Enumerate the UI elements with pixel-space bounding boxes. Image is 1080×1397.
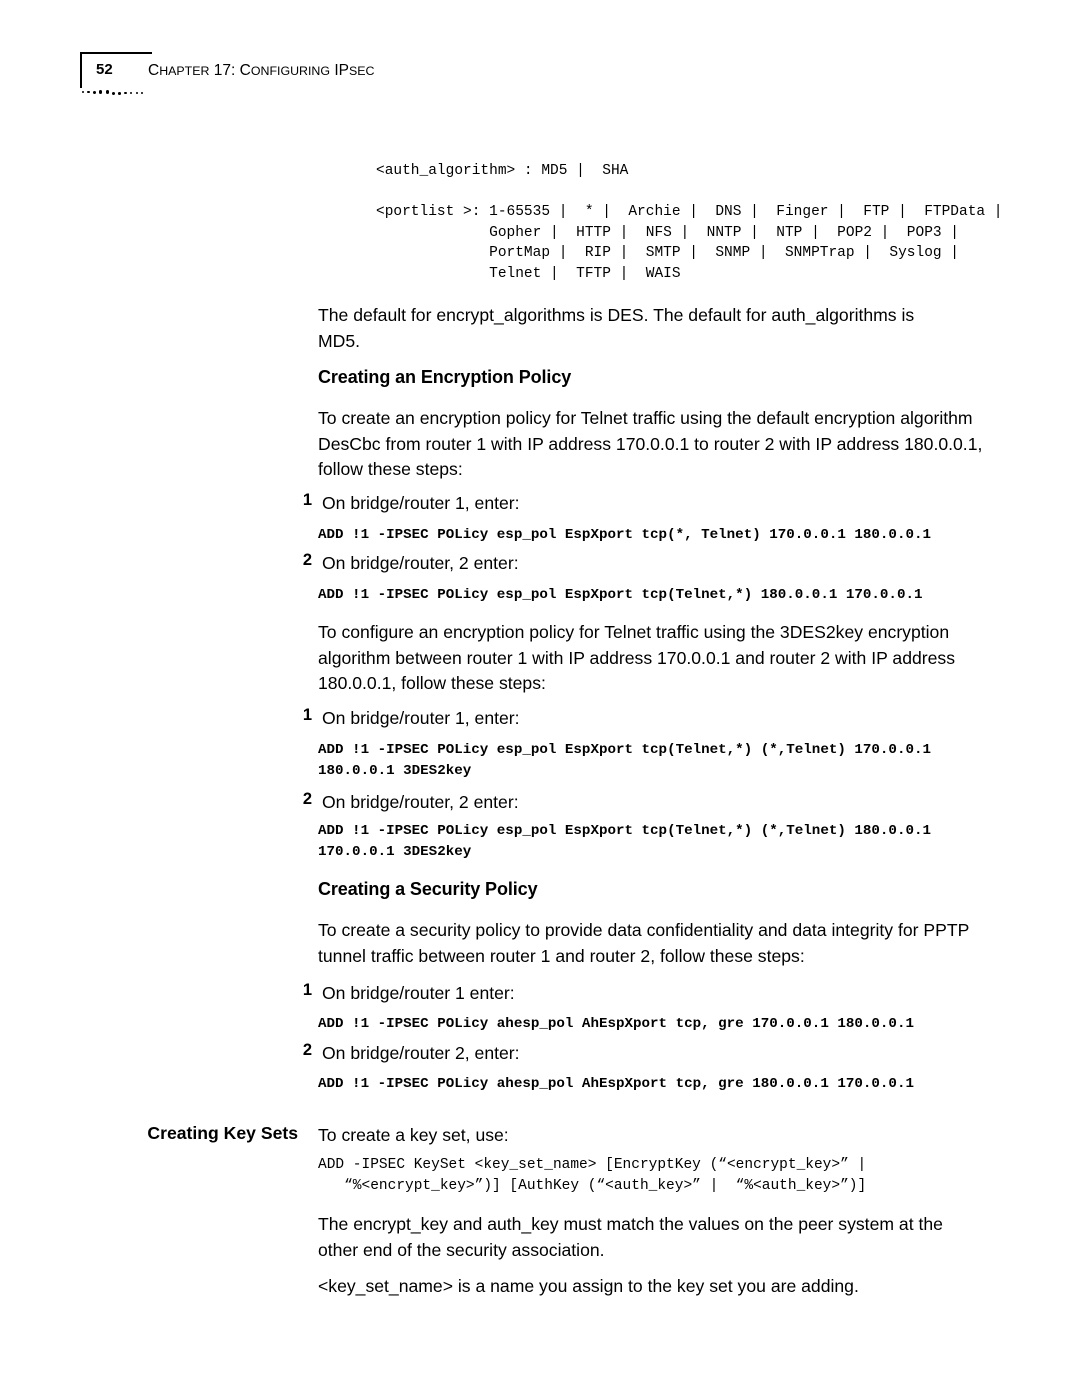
header-rule-vertical	[80, 52, 82, 88]
chapter-title: CHAPTER 17: CONFIGURING IPSEC	[148, 62, 375, 79]
paragraph-3des-intro: To configure an encryption policy for Te…	[318, 622, 956, 694]
heading-creating-security-policy: Creating a Security Policy	[318, 879, 538, 899]
syntax-auth-algorithm: <auth_algorithm> : MD5 | SHA	[376, 163, 629, 179]
syntax-keyset: ADD -IPSEC KeySet <key_set_name> [Encryp…	[318, 1157, 867, 1194]
page-header: 52 CHAPTER 17: CONFIGURING IPSEC	[80, 52, 980, 102]
command-security-step2: ADD !1 -IPSEC POLicy ahesp_pol AhEspXpor…	[318, 1076, 914, 1092]
paragraph-keys-must-match: The encrypt_key and auth_key must match …	[318, 1214, 943, 1260]
page-number: 52	[96, 61, 113, 78]
list-item-label: On bridge/router 1, enter:	[322, 493, 520, 513]
list-item-number: 1	[302, 491, 312, 509]
list-item-number: 1	[302, 981, 312, 999]
command-3des-step1: ADD !1 -IPSEC POLicy esp_pol EspXport tc…	[318, 742, 931, 779]
list-item-number: 2	[302, 1041, 312, 1059]
heading-creating-encryption-policy: Creating an Encryption Policy	[318, 367, 572, 387]
list-item-number: 1	[302, 706, 312, 724]
header-rule-horizontal	[80, 52, 152, 54]
paragraph-defaults: The default for encrypt_algorithms is DE…	[318, 305, 915, 351]
list-item-number: 2	[302, 790, 312, 808]
margin-heading-creating-key-sets: Creating Key Sets	[147, 1123, 298, 1143]
header-dot-decoration	[82, 88, 162, 98]
paragraph-keysetname-note: <key_set_name> is a name you assign to t…	[318, 1276, 859, 1296]
list-item-number: 2	[302, 551, 312, 569]
command-3des-step2: ADD !1 -IPSEC POLicy esp_pol EspXport tc…	[318, 823, 931, 860]
list-item-label: On bridge/router, 2 enter:	[322, 792, 519, 812]
paragraph-keyset-intro: To create a key set, use:	[318, 1125, 509, 1145]
paragraph-encryption-intro: To create an encryption policy for Telne…	[318, 408, 983, 480]
command-encryption-step2: ADD !1 -IPSEC POLicy esp_pol EspXport tc…	[318, 587, 923, 603]
command-security-step1: ADD !1 -IPSEC POLicy ahesp_pol AhEspXpor…	[318, 1016, 914, 1032]
syntax-portlist: <portlist >: 1-65535 | * | Archie | DNS …	[376, 204, 1003, 282]
list-item-label: On bridge/router 1 enter:	[322, 983, 515, 1003]
list-item-label: On bridge/router, 2 enter:	[322, 553, 519, 573]
paragraph-security-intro: To create a security policy to provide d…	[318, 920, 969, 966]
command-encryption-step1: ADD !1 -IPSEC POLicy esp_pol EspXport tc…	[318, 527, 931, 543]
list-item-label: On bridge/router 2, enter:	[322, 1043, 520, 1063]
list-item-label: On bridge/router 1, enter:	[322, 708, 520, 728]
